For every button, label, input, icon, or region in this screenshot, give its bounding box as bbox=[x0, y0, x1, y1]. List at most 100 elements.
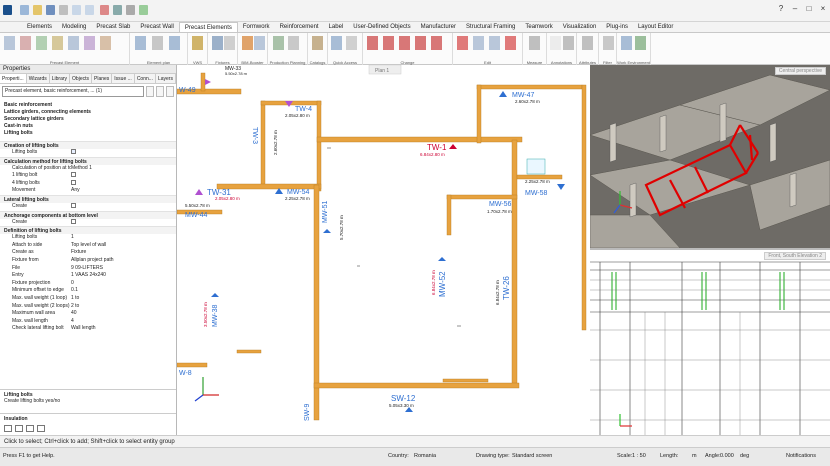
minimize-icon[interactable]: – bbox=[790, 4, 800, 14]
plan-layout-icon[interactable] bbox=[152, 36, 163, 50]
tab-planes[interactable]: Planes bbox=[92, 74, 113, 83]
bim-booster-icon[interactable] bbox=[242, 36, 253, 50]
filter-elements-icon[interactable] bbox=[156, 86, 164, 97]
status-notifications[interactable]: Notifications bbox=[786, 453, 816, 459]
redo-icon[interactable] bbox=[85, 5, 94, 15]
vws-icon[interactable] bbox=[192, 36, 203, 50]
favorites-icon[interactable] bbox=[26, 425, 34, 432]
tab-structural-framing[interactable]: Structural Framing bbox=[461, 22, 520, 32]
element-select[interactable]: Precast element, basic reinforcement, ..… bbox=[2, 86, 144, 97]
file-select[interactable]: 9 09-LIFTERS bbox=[71, 265, 176, 273]
tab-library[interactable]: Library bbox=[50, 74, 71, 83]
measure-icon[interactable] bbox=[529, 36, 540, 50]
tab-precast-elements[interactable]: Precast Elements bbox=[178, 22, 238, 32]
panel-options-icon[interactable] bbox=[166, 86, 174, 97]
select-elements-icon[interactable] bbox=[146, 86, 154, 97]
settings-icon[interactable] bbox=[37, 425, 45, 432]
category-lifting-bolts[interactable]: Lifting bolts bbox=[0, 130, 176, 137]
max-length-input[interactable]: 4 bbox=[71, 318, 176, 326]
entry-select[interactable]: 1 VAAS 24x240 bbox=[71, 272, 176, 280]
mww2-input[interactable]: 2 to bbox=[71, 303, 176, 311]
element-plan-icon[interactable] bbox=[135, 36, 146, 50]
abc-label-icon[interactable] bbox=[550, 36, 561, 50]
status-country[interactable]: Romania bbox=[414, 453, 436, 459]
cut-icon[interactable] bbox=[505, 36, 516, 50]
tab-reinforcement[interactable]: Reinforcement bbox=[275, 22, 324, 32]
text-icon[interactable] bbox=[346, 36, 357, 50]
modify-points-icon[interactable] bbox=[367, 36, 378, 50]
tab-precast-slab[interactable]: Precast Slab bbox=[91, 22, 135, 32]
tab-objects[interactable]: Objects bbox=[70, 74, 92, 83]
category-lattice-girders[interactable]: Lattice girders, connecting elements bbox=[0, 109, 176, 116]
create-lateral-checkbox[interactable] bbox=[71, 203, 76, 209]
precast-element-icon[interactable] bbox=[4, 36, 15, 50]
tab-properties[interactable]: Properti... bbox=[0, 74, 27, 83]
movement-select[interactable]: Any bbox=[71, 187, 176, 195]
calc-position-select[interactable]: Method 1 bbox=[71, 165, 176, 173]
viewports-icon[interactable] bbox=[635, 36, 646, 50]
section-definition[interactable]: Definition of lifting bolts bbox=[0, 226, 176, 235]
def-lifting-input[interactable]: 1 bbox=[71, 234, 176, 242]
section-calc-method[interactable]: Calculation method for lifting bolts bbox=[0, 156, 176, 165]
create-as-select[interactable]: Fixture bbox=[71, 249, 176, 257]
print-icon[interactable] bbox=[59, 5, 68, 15]
fixture-modify-icon[interactable] bbox=[224, 36, 235, 50]
tab-user-defined-objects[interactable]: User-Defined Objects bbox=[348, 22, 415, 32]
plan-update-icon[interactable] bbox=[169, 36, 180, 50]
elevation-viewport[interactable]: Front, South Elevation 2 bbox=[590, 248, 830, 435]
pencil-icon[interactable] bbox=[4, 425, 12, 432]
close-icon[interactable]: × bbox=[818, 4, 828, 14]
help-icon[interactable]: ? bbox=[776, 4, 786, 14]
bim-export-icon[interactable] bbox=[254, 36, 265, 50]
new-icon[interactable] bbox=[20, 5, 29, 15]
tab-teamwork[interactable]: Teamwork bbox=[520, 22, 557, 32]
status-angle[interactable]: 0.000 bbox=[720, 453, 734, 459]
move-icon[interactable] bbox=[489, 36, 500, 50]
tab-connect[interactable]: Conn... bbox=[135, 74, 156, 83]
catalog-icon[interactable] bbox=[312, 36, 323, 50]
attach-side-select[interactable]: Top level of wall bbox=[71, 242, 176, 250]
select-icon[interactable] bbox=[15, 425, 23, 432]
check-lateral-select[interactable]: Wall length bbox=[71, 325, 176, 333]
tab-modeling[interactable]: Modeling bbox=[57, 22, 91, 32]
fixture-icon[interactable] bbox=[212, 36, 223, 50]
undo-icon[interactable] bbox=[72, 5, 81, 15]
production-list-icon[interactable] bbox=[288, 36, 299, 50]
category-basic-reinforcement[interactable]: Basic reinforcement bbox=[0, 102, 176, 109]
tab-label[interactable]: Label bbox=[324, 22, 349, 32]
3d-viewport[interactable]: Central perspective bbox=[590, 65, 830, 248]
mirror-icon[interactable] bbox=[399, 36, 410, 50]
section-lateral[interactable]: Lateral lifting bolts bbox=[0, 194, 176, 203]
rotate-icon[interactable] bbox=[415, 36, 426, 50]
dimension-icon[interactable] bbox=[563, 36, 574, 50]
offset-icon[interactable] bbox=[431, 36, 442, 50]
plan-viewport[interactable]: Plan 1 MW-33 5.50x2.78 m W-49 TW-4 2.05x… bbox=[177, 65, 590, 435]
maximize-icon[interactable]: □ bbox=[804, 4, 814, 14]
tab-formwork[interactable]: Formwork bbox=[238, 22, 275, 32]
element-split-icon[interactable] bbox=[36, 36, 47, 50]
attributes-icon[interactable] bbox=[582, 36, 593, 50]
tab-plug-ins[interactable]: Plug-ins bbox=[601, 22, 633, 32]
tab-layout-editor[interactable]: Layout Editor bbox=[633, 22, 678, 32]
properties-icon[interactable] bbox=[126, 5, 135, 15]
tab-issue[interactable]: Issue ... bbox=[112, 74, 135, 83]
status-drawing-type[interactable]: Standard screen bbox=[512, 453, 552, 459]
element-modify-icon[interactable] bbox=[84, 36, 95, 50]
section-anchorage[interactable]: Anchorage components at bottom level bbox=[0, 210, 176, 219]
filter-icon[interactable] bbox=[603, 36, 614, 50]
tab-visualization[interactable]: Visualization bbox=[558, 22, 602, 32]
status-length[interactable]: m bbox=[692, 453, 697, 459]
tab-elements[interactable]: Elements bbox=[22, 22, 57, 32]
tab-wizards[interactable]: Wizards bbox=[27, 74, 50, 83]
status-scale[interactable]: 1 : 50 bbox=[632, 453, 646, 459]
element-copy-icon[interactable] bbox=[68, 36, 79, 50]
element-attributes-icon[interactable] bbox=[100, 36, 111, 50]
copy-edit-icon[interactable] bbox=[473, 36, 484, 50]
mww1-input[interactable]: 1 to bbox=[71, 295, 176, 303]
element-wizard-icon[interactable] bbox=[20, 36, 31, 50]
min-offset-input[interactable]: 0.1 bbox=[71, 287, 176, 295]
modify-distance-icon[interactable] bbox=[383, 36, 394, 50]
projection-input[interactable]: 0 bbox=[71, 280, 176, 288]
production-planning-icon[interactable] bbox=[273, 36, 284, 50]
tab-manufacturer[interactable]: Manufacturer bbox=[416, 22, 461, 32]
